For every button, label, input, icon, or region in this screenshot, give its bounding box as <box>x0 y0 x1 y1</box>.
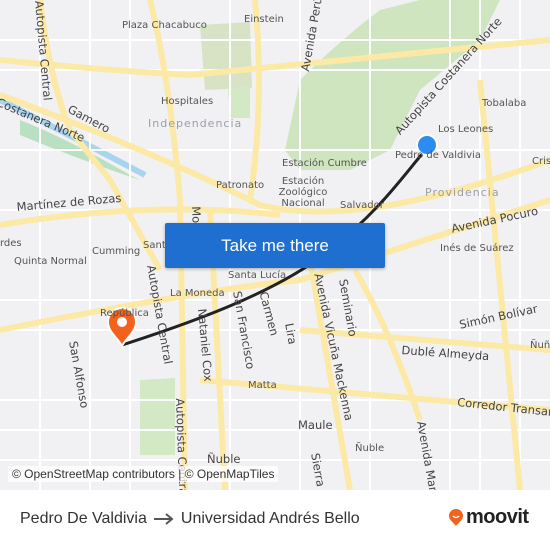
park <box>140 378 175 455</box>
map-label: Plaza Chacabuco <box>122 20 207 31</box>
arrow-right-icon <box>153 513 174 525</box>
map-label: Maule <box>298 418 333 432</box>
map-label: Einstein <box>244 14 284 25</box>
map-label: Independencia <box>148 117 243 130</box>
take-me-there-button[interactable]: Take me there <box>165 223 385 268</box>
map-attribution[interactable]: © OpenStreetMap contributors | © OpenMap… <box>8 466 279 482</box>
map-label: Quinta Normal <box>14 256 87 267</box>
map-label: Ñuñoa <box>530 340 550 351</box>
map-label: Inés de Suárez <box>440 243 514 254</box>
map-label: Ñuble <box>355 443 385 454</box>
map-label: Tobalaba <box>482 98 527 109</box>
destination-name: Universidad Andrés Bello <box>180 510 360 527</box>
origin-name: Pedro De Valdivia <box>20 510 147 527</box>
map-label: Providencia <box>425 186 500 199</box>
moovit-logo: moovit <box>448 506 529 529</box>
map-label: Estación Zoológico Nacional <box>278 176 328 209</box>
park <box>228 85 250 118</box>
map-label: Los Leones <box>438 124 494 135</box>
park <box>200 22 252 90</box>
map-label: Estación Cumbre <box>282 158 367 169</box>
route-title: Pedro De Valdivia Universidad Andrés Bel… <box>20 510 360 528</box>
map-label: Patronato <box>216 180 265 191</box>
footer: Pedro De Valdivia Universidad Andrés Bel… <box>0 490 550 550</box>
map-label: La Moneda <box>170 288 225 299</box>
map-label: Matta <box>248 380 277 391</box>
map-label: Pedro de Valdivia <box>395 150 481 161</box>
map-label: rdes <box>0 238 22 249</box>
moovit-pin-icon <box>449 508 463 526</box>
map-label: Hospitales <box>161 96 214 107</box>
map-label: Cristóbal <box>532 156 550 167</box>
map-label: República <box>100 308 149 319</box>
map[interactable]: Plaza Chacabuco Einstein Hospitales Inde… <box>0 0 550 490</box>
map-label: Mo <box>189 206 204 224</box>
map-label: Cumming <box>92 246 141 257</box>
map-label: Santa Lucía <box>228 270 287 281</box>
map-label: Salvador <box>340 200 384 211</box>
map-label: Ñuble <box>207 452 241 466</box>
brand-name: moovit <box>466 506 529 528</box>
